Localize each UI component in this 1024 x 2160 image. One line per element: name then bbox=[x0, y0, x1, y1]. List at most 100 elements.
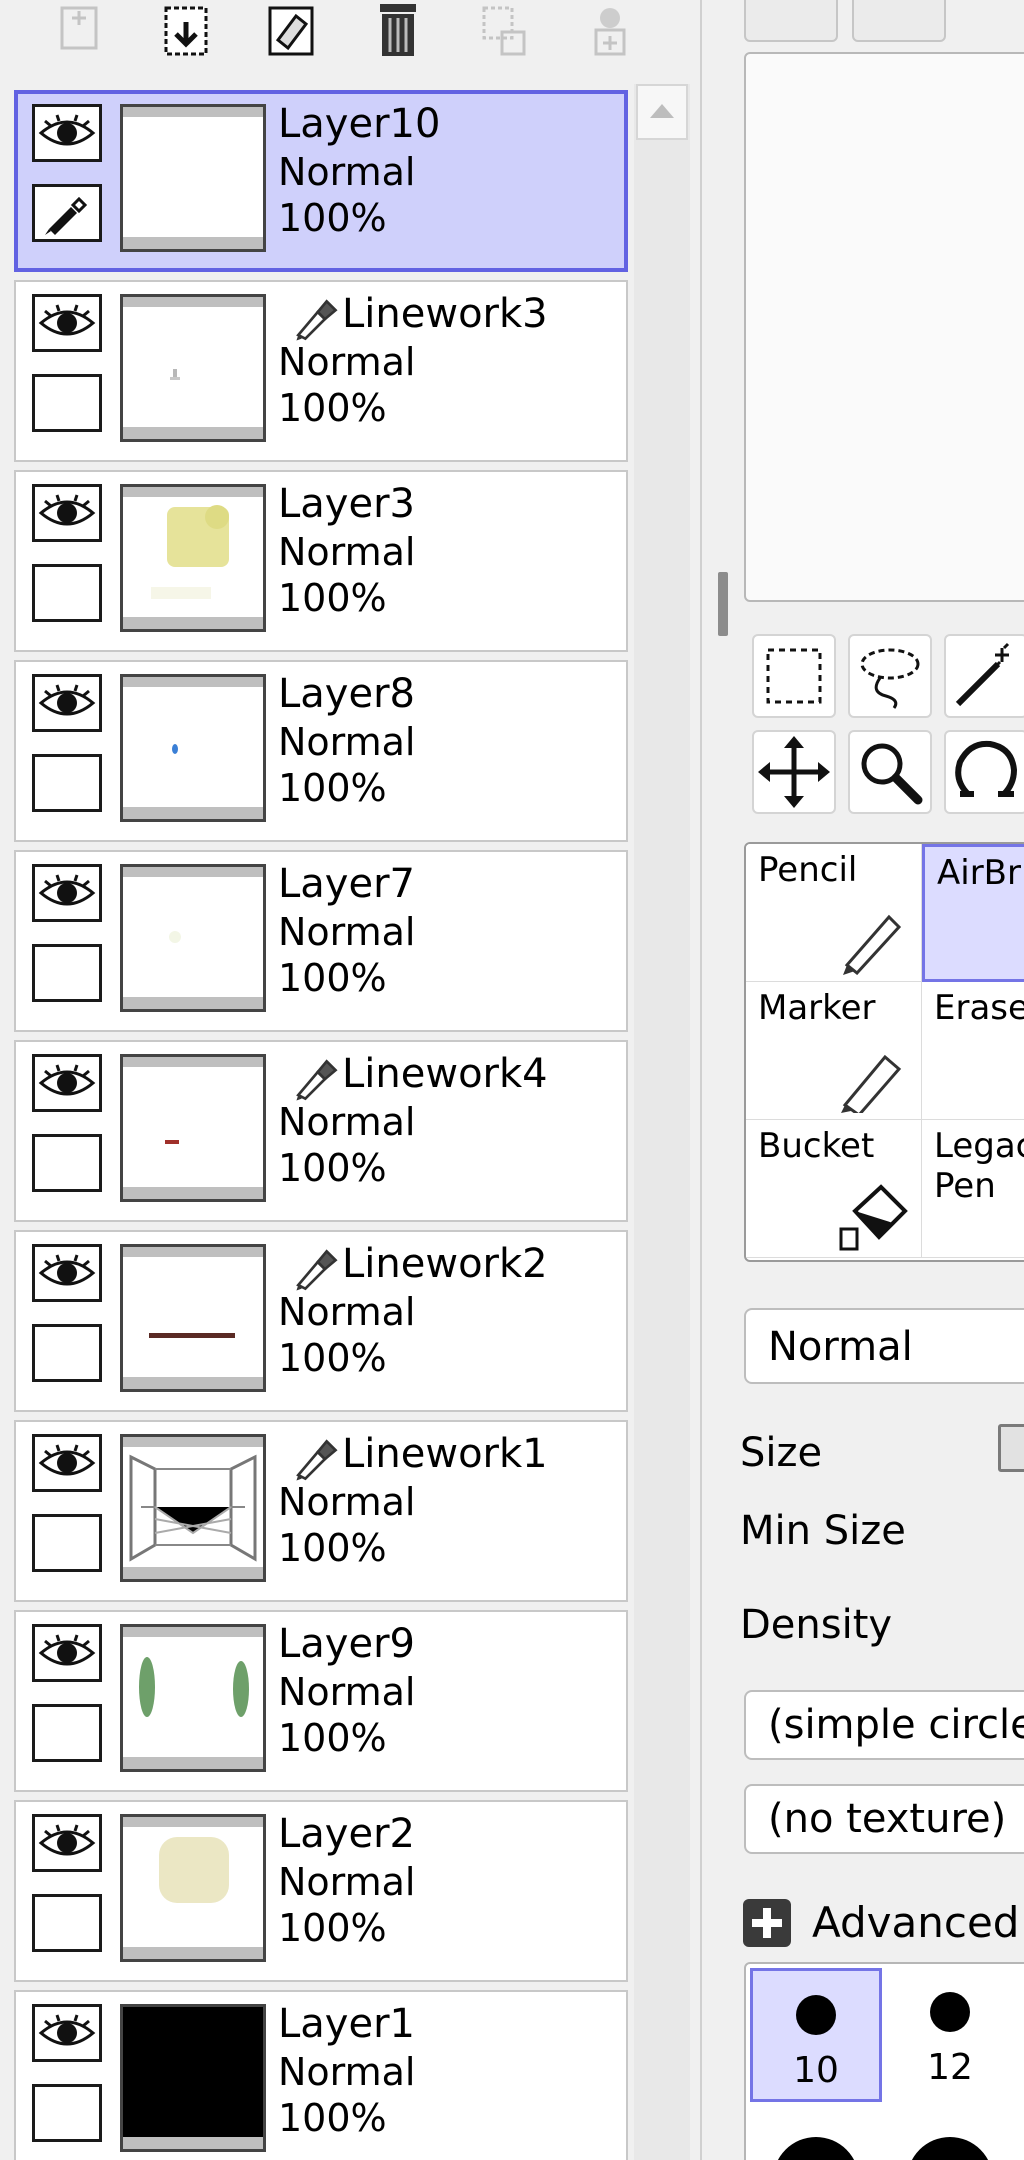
move-icon bbox=[758, 736, 830, 808]
layer-row[interactable]: Layer2 Normal 100% bbox=[14, 1800, 628, 1982]
paint-lock-toggle[interactable] bbox=[32, 374, 102, 432]
layer-thumbnail bbox=[120, 1054, 266, 1202]
brush-texture-select[interactable]: (no texture) bbox=[744, 1784, 1024, 1854]
preset-size-label: 12 bbox=[927, 2047, 973, 2088]
layer-row[interactable]: Layer7 Normal 100% bbox=[14, 850, 628, 1032]
layer-row[interactable]: Linework2 Normal 100% bbox=[14, 1230, 628, 1412]
advanced-settings-toggle[interactable]: Advanced bbox=[740, 1894, 1024, 1952]
brush-size-preset[interactable] bbox=[750, 2104, 882, 2160]
brush-pencil[interactable]: Pencil bbox=[746, 844, 922, 982]
paint-lock-toggle[interactable] bbox=[32, 2084, 102, 2142]
brush-label: AirBr bbox=[937, 853, 1021, 893]
rect-select-tool[interactable] bbox=[752, 634, 836, 718]
eye-icon bbox=[38, 114, 96, 146]
eye-icon bbox=[38, 494, 96, 526]
size-multiplier-checkbox[interactable] bbox=[998, 1424, 1024, 1472]
paste-layer-icon bbox=[164, 6, 208, 56]
brush-legac[interactable]: Legac Pen bbox=[922, 1120, 1024, 1258]
layer-scrollbar[interactable] bbox=[634, 84, 690, 2160]
layer-blend-mode: Normal bbox=[278, 1670, 416, 1714]
paint-lock-toggle[interactable] bbox=[32, 1324, 102, 1382]
layer-name: Layer2 bbox=[278, 1811, 415, 1857]
blend-mode-select[interactable]: Normal bbox=[744, 1308, 1024, 1384]
brush-marker[interactable]: Marker bbox=[746, 982, 922, 1120]
paint-lock-toggle[interactable] bbox=[32, 564, 102, 622]
move-tool[interactable] bbox=[752, 730, 836, 814]
scroll-up-button[interactable] bbox=[636, 84, 688, 140]
eye-icon bbox=[38, 1064, 96, 1096]
transfer-down-button[interactable] bbox=[472, 0, 536, 62]
navigator-preview[interactable] bbox=[744, 52, 1024, 602]
paint-app-window: Layer10 Normal 100% Linework3 Normal 100% Laye… bbox=[0, 0, 1024, 2160]
brush-label: Pencil bbox=[758, 850, 858, 890]
new-layer-button[interactable] bbox=[48, 0, 112, 62]
visibility-toggle[interactable] bbox=[32, 1624, 102, 1682]
layer-name: Layer7 bbox=[278, 861, 415, 907]
brush-size-preset[interactable] bbox=[884, 2104, 1016, 2160]
layer-row[interactable]: Linework1 Normal 100% bbox=[14, 1420, 628, 1602]
delete-layer-button[interactable] bbox=[366, 0, 430, 62]
eye-icon bbox=[38, 1634, 96, 1666]
merge-down-button[interactable] bbox=[578, 0, 642, 62]
redo-view-button[interactable] bbox=[852, 0, 946, 42]
visibility-toggle[interactable] bbox=[32, 2004, 102, 2062]
layer-row[interactable]: Layer3 Normal 100% bbox=[14, 470, 628, 652]
brush-size-preset[interactable]: 12 bbox=[884, 1968, 1016, 2102]
visibility-toggle[interactable] bbox=[32, 864, 102, 922]
visibility-toggle[interactable] bbox=[32, 1434, 102, 1492]
panel-splitter[interactable] bbox=[700, 0, 728, 2160]
thumbnail-art bbox=[159, 1837, 229, 1903]
undo-view-button[interactable] bbox=[744, 0, 838, 42]
layer-thumbnail bbox=[120, 484, 266, 632]
layer-row[interactable]: Layer8 Normal 100% bbox=[14, 660, 628, 842]
splitter-grip-icon[interactable] bbox=[718, 572, 728, 636]
airbrush-icon bbox=[1007, 893, 1024, 973]
brush-airbr[interactable]: AirBr bbox=[922, 844, 1024, 982]
zoom-icon bbox=[861, 743, 923, 805]
visibility-toggle[interactable] bbox=[32, 484, 102, 542]
brush-bucket[interactable]: Bucket bbox=[746, 1120, 922, 1258]
magic-wand-tool[interactable] bbox=[944, 634, 1024, 718]
visibility-toggle[interactable] bbox=[32, 104, 102, 162]
visibility-toggle[interactable] bbox=[32, 1814, 102, 1872]
thumbnail-art bbox=[139, 1657, 249, 1717]
eye-icon bbox=[38, 1444, 96, 1476]
clear-layer-button[interactable] bbox=[260, 0, 324, 62]
lasso-tool[interactable] bbox=[848, 634, 932, 718]
pencil-icon bbox=[843, 914, 902, 975]
paste-layer-button[interactable] bbox=[154, 0, 218, 62]
arrow-up-icon bbox=[650, 104, 674, 118]
brush-shape-select[interactable]: (simple circle bbox=[744, 1690, 1024, 1760]
layer-row[interactable]: Linework3 Normal 100% bbox=[14, 280, 628, 462]
layer-name: Layer1 bbox=[278, 2001, 415, 2047]
layer-blend-mode: Normal bbox=[278, 910, 416, 954]
layer-row[interactable]: Layer10 Normal 100% bbox=[14, 90, 628, 272]
paint-lock-toggle[interactable] bbox=[32, 754, 102, 812]
brush-tool-grid: Pencil AirBr Marker Erase Bucket Legac Pen bbox=[744, 842, 1024, 1262]
thumbnail-art bbox=[151, 505, 229, 599]
layer-opacity: 100% bbox=[278, 1146, 387, 1190]
paint-lock-toggle[interactable] bbox=[32, 944, 102, 1002]
visibility-toggle[interactable] bbox=[32, 674, 102, 732]
paint-lock-toggle[interactable] bbox=[32, 1134, 102, 1192]
layer-row[interactable]: Layer1 Normal 100% bbox=[14, 1990, 628, 2160]
layer-blend-mode: Normal bbox=[278, 720, 416, 764]
layer-blend-mode: Normal bbox=[278, 150, 416, 194]
layer-row[interactable]: Linework4 Normal 100% bbox=[14, 1040, 628, 1222]
paint-lock-toggle[interactable] bbox=[32, 184, 102, 242]
layer-row[interactable]: Layer9 Normal 100% bbox=[14, 1610, 628, 1792]
linework-pen-icon bbox=[288, 1436, 344, 1484]
brush-erase[interactable]: Erase bbox=[922, 982, 1024, 1120]
visibility-toggle[interactable] bbox=[32, 294, 102, 352]
expand-plus-icon bbox=[743, 1899, 791, 1947]
paint-lock-toggle[interactable] bbox=[32, 1514, 102, 1572]
paint-lock-toggle[interactable] bbox=[32, 1704, 102, 1762]
blend-mode-value: Normal bbox=[768, 1324, 913, 1370]
brush-label: Erase bbox=[934, 988, 1024, 1028]
paint-lock-toggle[interactable] bbox=[32, 1894, 102, 1952]
visibility-toggle[interactable] bbox=[32, 1244, 102, 1302]
zoom-tool[interactable] bbox=[848, 730, 932, 814]
brush-size-preset[interactable]: 10 bbox=[750, 1968, 882, 2102]
rotate-tool[interactable] bbox=[944, 730, 1024, 814]
visibility-toggle[interactable] bbox=[32, 1054, 102, 1112]
